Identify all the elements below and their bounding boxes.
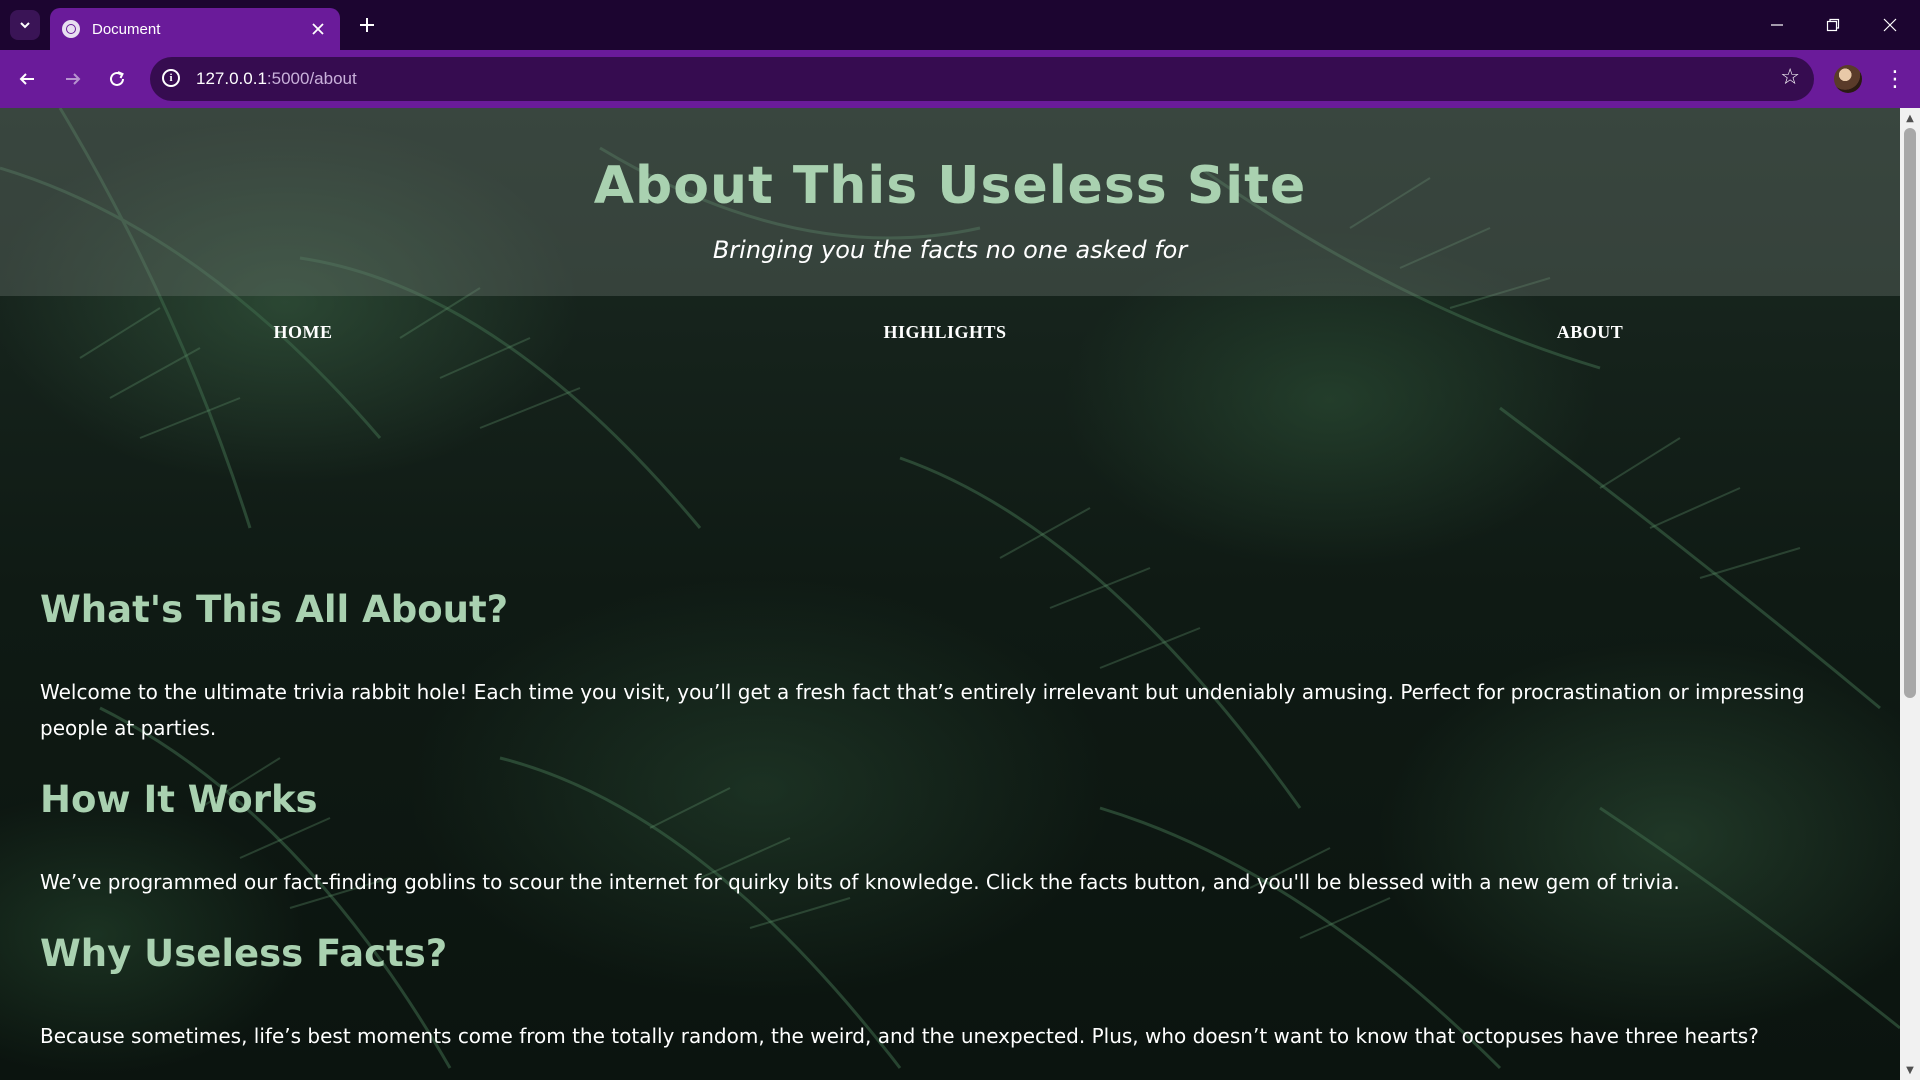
reload-button[interactable] (100, 62, 134, 96)
close-window-button[interactable] (1867, 8, 1913, 42)
url-host: 127.0.0.1 (196, 69, 267, 88)
tab-close-button[interactable] (306, 17, 330, 41)
url-path: :5000/about (266, 69, 357, 88)
url-text[interactable]: 127.0.0.1:5000/about (196, 69, 357, 89)
profile-avatar[interactable] (1834, 65, 1862, 93)
minimize-button[interactable] (1754, 8, 1800, 42)
new-tab-button[interactable] (352, 10, 382, 40)
section-heading-about: What's This All About? (40, 588, 509, 631)
kebab-menu-icon[interactable]: ⋮ (1880, 62, 1910, 96)
tab-title: Document (92, 20, 161, 38)
browser-tab-active[interactable]: Document (50, 8, 340, 50)
reload-icon (110, 71, 124, 86)
site-header: About This Useless Site Bringing you the… (0, 108, 1900, 296)
close-icon (312, 23, 324, 35)
plus-icon (360, 18, 374, 32)
tab-search-button[interactable] (10, 10, 40, 40)
page-viewport: About This Useless Site Bringing you the… (0, 108, 1900, 1080)
restore-icon (1826, 18, 1840, 32)
chevron-down-icon (20, 22, 30, 29)
page-title: About This Useless Site (593, 156, 1307, 216)
site-nav: HOME HIGHLIGHTS ABOUT (0, 296, 1900, 356)
section-text-how: We’ve programmed our fact-finding goblin… (40, 870, 1680, 894)
globe-icon (62, 20, 80, 38)
page-scrollbar[interactable]: ▲ ▼ (1900, 108, 1920, 1080)
star-icon[interactable]: ☆ (1780, 65, 1800, 90)
nav-link-highlights[interactable]: HIGHLIGHTS (883, 322, 1006, 343)
close-icon (1883, 18, 1897, 32)
nav-link-about[interactable]: ABOUT (1557, 322, 1624, 343)
section-heading-how: How It Works (40, 778, 318, 821)
browser-toolbar: i 127.0.0.1:5000/about ☆ ⋮ (0, 50, 1920, 108)
forward-button[interactable] (56, 62, 90, 96)
arrow-right-icon (66, 73, 81, 85)
section-heading-why: Why Useless Facts? (40, 932, 448, 975)
nav-link-home[interactable]: HOME (274, 322, 333, 343)
back-button[interactable] (10, 62, 44, 96)
section-text-about: Welcome to the ultimate trivia rabbit ho… (40, 680, 1805, 740)
scroll-up-arrow[interactable]: ▲ (1900, 110, 1920, 126)
scroll-down-arrow[interactable]: ▼ (1900, 1062, 1920, 1078)
info-icon[interactable]: i (162, 69, 180, 87)
address-bar[interactable]: i 127.0.0.1:5000/about ☆ (150, 57, 1814, 101)
minimize-icon (1771, 24, 1783, 26)
scroll-thumb[interactable] (1904, 128, 1916, 698)
restore-button[interactable] (1810, 8, 1856, 42)
page-tagline: Bringing you the facts no one asked for (712, 236, 1188, 264)
arrow-left-icon (19, 73, 34, 85)
tab-strip: Document (0, 0, 1920, 50)
section-text-why: Because sometimes, life’s best moments c… (40, 1024, 1759, 1048)
